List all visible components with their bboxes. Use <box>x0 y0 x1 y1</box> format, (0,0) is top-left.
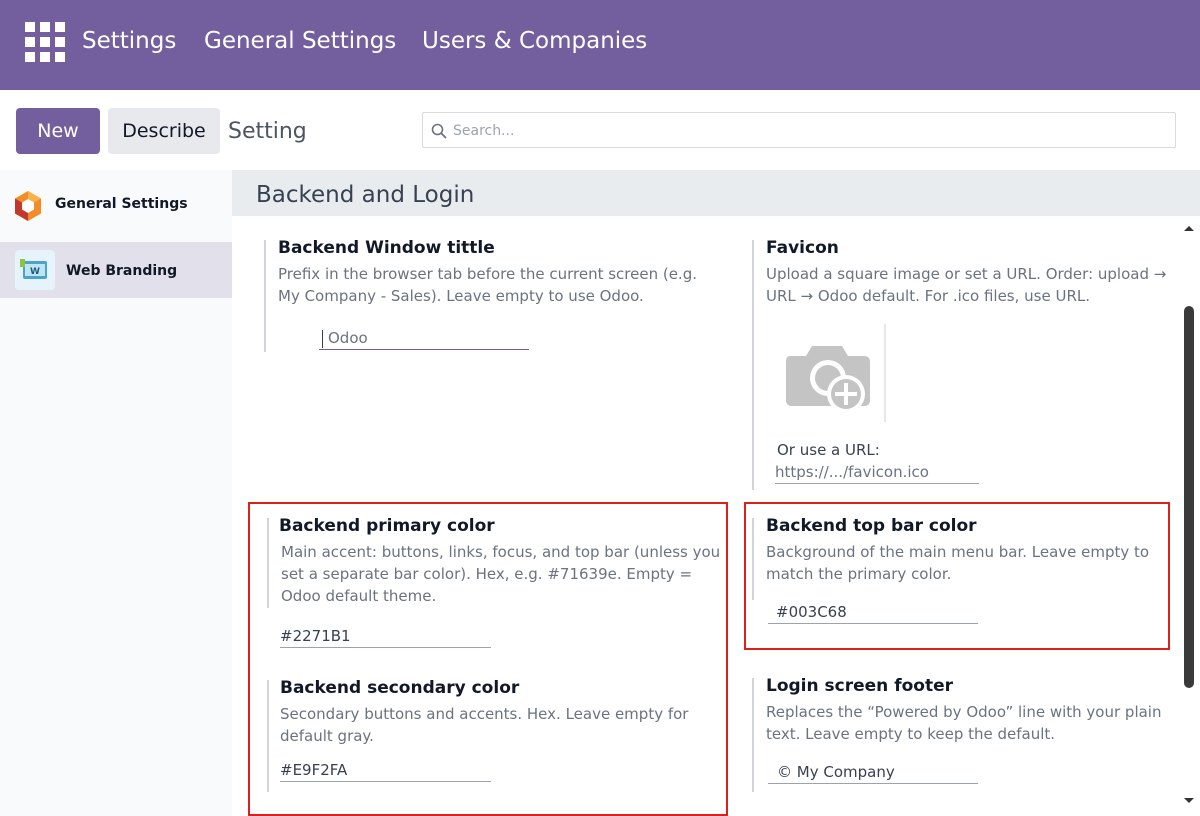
nav-users-companies[interactable]: Users & Companies <box>422 28 647 54</box>
settings-sidebar: General Settings W Web Branding <box>0 170 232 816</box>
setting-title: Backend Window tittle <box>278 238 495 258</box>
favicon-url-label: Or use a URL: <box>777 441 880 459</box>
search-icon <box>431 123 447 139</box>
setting-title: Favicon <box>766 238 839 258</box>
search-box <box>422 112 1176 149</box>
nav-settings[interactable]: Settings <box>82 28 176 54</box>
sidebar-item-label: General Settings <box>55 196 188 212</box>
scroll-up-arrow[interactable] <box>1184 226 1194 231</box>
odoo-settings-icon <box>15 191 41 221</box>
camera-add-icon <box>786 346 870 412</box>
setting-favicon <box>752 240 754 490</box>
control-panel: New Describe Setting <box>0 90 1200 170</box>
favicon-url-input[interactable] <box>775 463 979 484</box>
new-button[interactable]: New <box>16 108 100 154</box>
scrollbar-thumb[interactable] <box>1184 306 1194 688</box>
setting-description: Upload a square image or set a URL. Orde… <box>766 265 1167 305</box>
setting-description: Replaces the “Powered by Odoo” line with… <box>766 703 1162 743</box>
nav-general-settings[interactable]: General Settings <box>204 28 396 54</box>
section-title: Backend and Login <box>256 182 475 208</box>
login-footer-input[interactable] <box>768 763 978 784</box>
sidebar-item-general-settings[interactable]: General Settings <box>0 178 232 234</box>
setting-login-footer <box>752 678 754 792</box>
page-title: Setting <box>228 119 307 144</box>
web-branding-icon: W <box>15 250 55 290</box>
describe-button[interactable]: Describe <box>108 108 220 154</box>
section-header: Backend and Login <box>232 170 1200 216</box>
apps-grid-icon[interactable] <box>25 22 67 62</box>
svg-text:W: W <box>30 267 40 277</box>
highlight-box-top-bar <box>744 502 1170 650</box>
search-input[interactable] <box>451 113 1155 149</box>
sidebar-item-label: Web Branding <box>66 263 178 279</box>
setting-title: Login screen footer <box>766 676 953 696</box>
highlight-box-colors <box>248 502 728 816</box>
favicon-upload-area[interactable] <box>778 324 886 422</box>
window-title-input[interactable] <box>319 329 529 350</box>
sidebar-item-web-branding[interactable]: W Web Branding <box>0 242 232 298</box>
scroll-down-arrow[interactable] <box>1184 798 1194 803</box>
setting-description: Prefix in the browser tab before the cur… <box>278 265 697 305</box>
setting-window-title <box>264 240 266 352</box>
main-navbar: Settings General Settings Users & Compan… <box>0 0 1200 90</box>
